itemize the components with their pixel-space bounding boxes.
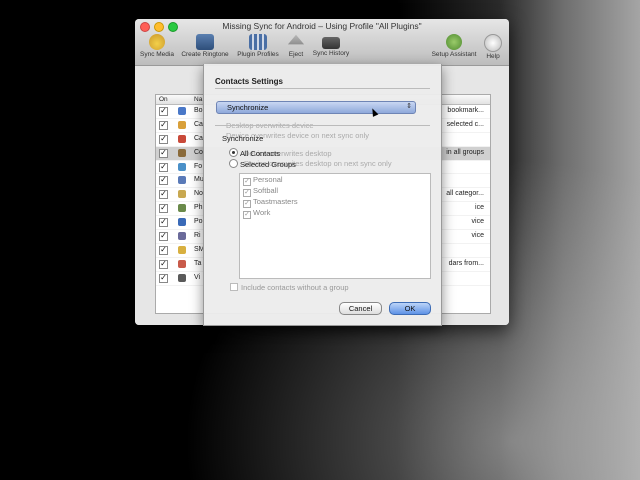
group-item-work[interactable]: ✓ Work [243,208,270,219]
toolbar: Sync Media Create Ringtone Plugin Profil… [135,34,509,62]
plugin-name: Vi [194,273,201,281]
sync-history-button[interactable]: Sync History [310,34,352,57]
plugin-description: in all groups [446,148,484,156]
checkbox-icon: ✓ [243,211,251,219]
sync-media-icon [149,34,165,50]
setup-assistant-icon [446,34,462,50]
contacts-settings-sheet: Contacts Settings Desktop overwrites dev… [203,64,442,326]
setup-assistant-button[interactable]: Setup Assistant [429,34,479,58]
plugin-icon [178,245,186,254]
cancel-button[interactable]: Cancel [339,302,382,315]
plugin-name: Po [194,218,203,226]
plugin-icon [178,176,186,185]
column-header-name[interactable]: Na [194,96,202,103]
plugin-name: Bo [194,107,203,114]
checkbox-icon: ✓ [243,200,251,208]
plugin-description: vice [471,232,484,240]
create-ringtone-button[interactable]: Create Ringtone [179,34,231,58]
selected-groups-radio[interactable]: Selected Groups [229,159,296,169]
divider [215,88,430,89]
divider [215,125,430,126]
all-contacts-radio[interactable]: All Contacts [229,148,280,158]
plugin-enabled-checkbox[interactable]: ✓ [159,218,168,228]
plugin-enabled-checkbox[interactable]: ✓ [159,232,168,242]
group-item-toastmasters[interactable]: ✓ Toastmasters [243,197,298,208]
sync-mode-popup[interactable]: Synchronize ⇕ [216,101,416,114]
eject-button[interactable]: Eject [285,34,307,58]
title-bar: Missing Sync for Android – Using Profile… [135,19,509,66]
plugin-name: Ca [194,134,203,142]
plugin-enabled-checkbox[interactable]: ✓ [159,120,168,130]
plugin-icon [178,273,186,282]
plugin-description: bookmark... [447,107,484,114]
plugin-name: Co [194,148,203,156]
popup-arrows-icon: ⇕ [406,103,412,110]
plugin-enabled-checkbox[interactable]: ✓ [159,273,168,283]
plugin-description: all categor... [446,190,484,198]
plugin-enabled-checkbox[interactable]: ✓ [159,162,168,172]
synchronize-label: Synchronize [222,134,264,143]
sync-mode-value: Synchronize [227,103,269,112]
group-item-personal[interactable]: ✓ Personal [243,175,283,186]
plugin-name: Fo [194,162,203,170]
plugin-icon [178,190,186,199]
checkbox-icon: ✓ [243,189,251,197]
help-icon [484,34,502,52]
checkbox-icon: ✓ [243,178,251,186]
plugin-profiles-icon [249,34,267,50]
plugin-icon [178,204,186,213]
plugin-name: Ph [194,204,203,212]
plugin-name: Ta [194,259,202,267]
plugin-enabled-checkbox[interactable]: ✓ [159,107,168,116]
plugin-profiles-button[interactable]: Plugin Profiles [234,34,282,58]
ok-button[interactable]: OK [389,302,431,315]
plugin-name: Ri [194,232,201,240]
plugin-description: vice [471,218,484,226]
plugin-enabled-checkbox[interactable]: ✓ [159,176,168,186]
plugin-icon [178,120,186,129]
plugin-icon [178,107,186,115]
plugin-enabled-checkbox[interactable]: ✓ [159,204,168,214]
radio-unselected-icon [229,159,238,168]
plugin-description: dars from... [448,259,484,267]
plugin-icon [178,259,186,268]
plugin-description: ice [475,204,484,212]
column-header-on[interactable]: On [159,96,168,103]
radio-selected-icon [229,148,238,157]
sheet-title: Contacts Settings [215,77,284,86]
plugin-name: No [194,190,203,198]
help-button[interactable]: Help [482,34,504,60]
plugin-name: Ca [194,120,203,128]
plugin-icon [178,232,186,241]
plugin-enabled-checkbox[interactable]: ✓ [159,259,168,269]
plugin-icon [178,218,186,227]
plugin-icon [178,148,186,157]
window-title: Missing Sync for Android – Using Profile… [222,21,422,31]
include-ungrouped-checkbox[interactable]: Include contacts without a group [230,283,349,292]
eject-icon [287,34,305,45]
plugin-icon [178,162,186,171]
checkbox-icon [230,283,238,291]
plugin-enabled-checkbox[interactable]: ✓ [159,134,168,144]
plugin-enabled-checkbox[interactable]: ✓ [159,245,168,255]
ringtone-icon [196,34,214,50]
group-item-softball[interactable]: ✓ Softball [243,186,278,197]
plugin-icon [178,134,186,143]
plugin-description: selected c... [446,120,484,128]
plugin-enabled-checkbox[interactable]: ✓ [159,148,168,158]
sync-media-button[interactable]: Sync Media [138,34,176,58]
sync-history-icon [322,37,340,49]
groups-list: ✓ Personal ✓ Softball ✓ Toastmasters ✓ Work [239,173,431,279]
plugin-enabled-checkbox[interactable]: ✓ [159,190,168,200]
